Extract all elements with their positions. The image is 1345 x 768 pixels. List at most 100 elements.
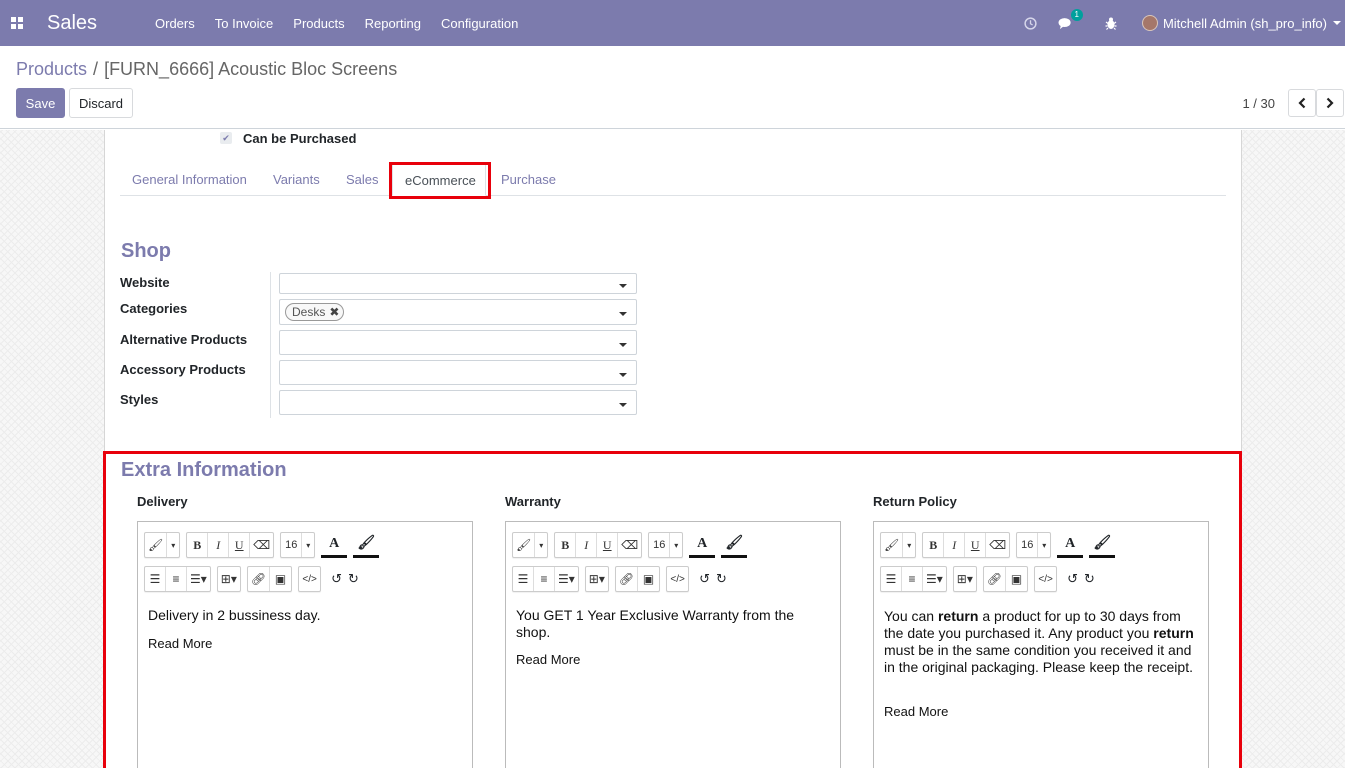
return-policy-text[interactable]: You can return a product for up to 30 da…: [884, 608, 1200, 676]
align-left-icon[interactable]: ☰▾: [923, 567, 946, 591]
delivery-editor[interactable]: 🖌︎ ▾ B I U ⌫ 16 ▾ A 🖌︎ ☰ ≡ ☰▾ ⊞▾ 🔗︎ ▣ </> ↺ ↻ De…: [137, 521, 473, 768]
warranty-editor[interactable]: 🖌︎ ▾ B I U ⌫ 16 ▾ A 🖌︎ ☰ ≡ ☰▾ ⊞▾ 🔗︎ ▣ </> ↺ ↻ Yo…: [505, 521, 841, 768]
table-icon[interactable]: ⊞▾: [586, 567, 608, 591]
bold-button[interactable]: B: [555, 533, 577, 557]
underline-button[interactable]: U: [597, 533, 619, 557]
bold-button[interactable]: B: [187, 533, 209, 557]
chevron-down-icon[interactable]: ▾: [903, 533, 915, 557]
styles-field[interactable]: [279, 390, 637, 415]
tab-general-information[interactable]: General Information: [132, 163, 247, 196]
font-size-select[interactable]: 16: [649, 533, 671, 557]
remove-tag-icon[interactable]: ✖: [329, 305, 339, 319]
underline-button[interactable]: U: [965, 533, 987, 557]
numbered-list-icon[interactable]: ≡: [534, 567, 555, 591]
menu-configuration[interactable]: Configuration: [431, 16, 528, 31]
debug-bug-icon[interactable]: [1104, 17, 1118, 30]
editor-toolbar-row-1: 🖌︎ ▾ B I U ⌫ 16 ▾ A 🖌︎: [144, 532, 385, 558]
italic-button[interactable]: I: [208, 533, 230, 557]
tab-purchase[interactable]: Purchase: [501, 163, 556, 196]
bullet-list-icon[interactable]: ☰: [145, 567, 166, 591]
warranty-text[interactable]: You GET 1 Year Exclusive Warranty from t…: [516, 607, 832, 641]
alternative-products-field[interactable]: [279, 330, 637, 355]
warranty-read-more[interactable]: Read More: [516, 652, 580, 667]
text-color-button[interactable]: A: [1057, 532, 1084, 558]
chevron-down-icon[interactable]: ▾: [302, 533, 314, 557]
text-color-button[interactable]: A: [321, 532, 348, 558]
save-button[interactable]: Save: [16, 88, 65, 118]
bold-button[interactable]: B: [923, 533, 945, 557]
paint-brush-icon[interactable]: 🖌︎: [721, 532, 748, 558]
chevron-down-icon[interactable]: ▾: [167, 533, 179, 557]
paint-brush-icon[interactable]: 🖌︎: [1089, 532, 1116, 558]
text-color-button[interactable]: A: [689, 532, 716, 558]
align-left-icon[interactable]: ☰▾: [555, 567, 578, 591]
font-size-select[interactable]: 16: [281, 533, 303, 557]
eraser-icon[interactable]: ⌫: [618, 533, 641, 557]
app-name[interactable]: Sales: [47, 12, 145, 35]
magic-wand-style-icon[interactable]: 🖌︎: [881, 533, 904, 557]
image-icon[interactable]: ▣: [1006, 567, 1027, 591]
chevron-down-icon[interactable]: ▾: [535, 533, 547, 557]
delivery-text[interactable]: Delivery in 2 bussiness day.: [148, 607, 464, 624]
apps-menu-icon[interactable]: [0, 0, 34, 46]
tab-ecommerce[interactable]: eCommerce: [392, 163, 486, 196]
discard-button[interactable]: Discard: [69, 88, 133, 118]
clock-icon[interactable]: [1024, 16, 1038, 30]
link-icon[interactable]: 🔗︎: [616, 567, 639, 591]
tab-sales[interactable]: Sales: [346, 163, 379, 196]
link-icon[interactable]: 🔗︎: [248, 567, 271, 591]
menu-products[interactable]: Products: [283, 16, 354, 31]
menu-reporting[interactable]: Reporting: [355, 16, 431, 31]
tab-variants[interactable]: Variants: [273, 163, 320, 196]
breadcrumb-products[interactable]: Products: [16, 59, 87, 79]
pager-previous-button[interactable]: [1288, 89, 1316, 117]
numbered-list-icon[interactable]: ≡: [166, 567, 187, 591]
numbered-list-icon[interactable]: ≡: [902, 567, 923, 591]
redo-icon[interactable]: ↻: [1084, 571, 1095, 587]
eraser-icon[interactable]: ⌫: [986, 533, 1009, 557]
bullet-list-icon[interactable]: ☰: [881, 567, 902, 591]
link-icon[interactable]: 🔗︎: [984, 567, 1007, 591]
font-size-select[interactable]: 16: [1017, 533, 1039, 557]
eraser-icon[interactable]: ⌫: [250, 533, 273, 557]
redo-icon[interactable]: ↻: [716, 571, 727, 587]
user-menu[interactable]: Mitchell Admin (sh_pro_info): [1141, 15, 1345, 31]
table-icon[interactable]: ⊞▾: [954, 567, 976, 591]
systray: 1 Mitchell Admin (sh_pro_info): [1024, 0, 1345, 46]
code-view-icon[interactable]: </>: [1035, 567, 1056, 591]
chevron-down-icon[interactable]: ▾: [670, 533, 682, 557]
menu-to-invoice[interactable]: To Invoice: [205, 16, 284, 31]
align-left-icon[interactable]: ☰▾: [187, 567, 210, 591]
category-tag[interactable]: Desks ✖: [285, 303, 345, 321]
undo-icon[interactable]: ↺: [699, 571, 710, 587]
pager-next-button[interactable]: [1316, 89, 1344, 117]
magic-wand-style-icon[interactable]: 🖌︎: [145, 533, 168, 557]
italic-button[interactable]: I: [576, 533, 598, 557]
bullet-list-icon[interactable]: ☰: [513, 567, 534, 591]
italic-button[interactable]: I: [944, 533, 966, 557]
undo-icon[interactable]: ↺: [331, 571, 342, 587]
website-field[interactable]: [279, 273, 637, 294]
image-icon[interactable]: ▣: [270, 567, 291, 591]
pager-value[interactable]: 1 / 30: [1242, 96, 1275, 111]
return-policy-read-more[interactable]: Read More: [884, 704, 948, 719]
can-be-purchased-checkbox[interactable]: ✔: [220, 132, 232, 144]
code-view-icon[interactable]: </>: [667, 567, 688, 591]
underline-button[interactable]: U: [229, 533, 251, 557]
return-policy-editor[interactable]: 🖌︎ ▾ B I U ⌫ 16 ▾ A 🖌︎ ☰ ≡ ☰▾ ⊞▾ 🔗︎ ▣ </> ↺ ↻ Yo…: [873, 521, 1209, 768]
editor-toolbar-row-2: ☰ ≡ ☰▾ ⊞▾ 🔗︎ ▣ </> ↺ ↻: [512, 566, 727, 592]
code-view-icon[interactable]: </>: [299, 567, 320, 591]
table-icon[interactable]: ⊞▾: [218, 567, 240, 591]
delivery-read-more[interactable]: Read More: [148, 636, 212, 651]
magic-wand-style-icon[interactable]: 🖌︎: [513, 533, 536, 557]
accessory-products-field[interactable]: [279, 360, 637, 385]
redo-icon[interactable]: ↻: [348, 571, 359, 587]
categories-field[interactable]: Desks ✖: [279, 299, 637, 325]
paint-brush-icon[interactable]: 🖌︎: [353, 532, 380, 558]
messages-icon[interactable]: 1: [1058, 8, 1083, 30]
image-icon[interactable]: ▣: [638, 567, 659, 591]
undo-icon[interactable]: ↺: [1067, 571, 1078, 587]
chevron-down-icon[interactable]: ▾: [1038, 533, 1050, 557]
delivery-label: Delivery: [137, 494, 188, 509]
menu-orders[interactable]: Orders: [145, 16, 205, 31]
